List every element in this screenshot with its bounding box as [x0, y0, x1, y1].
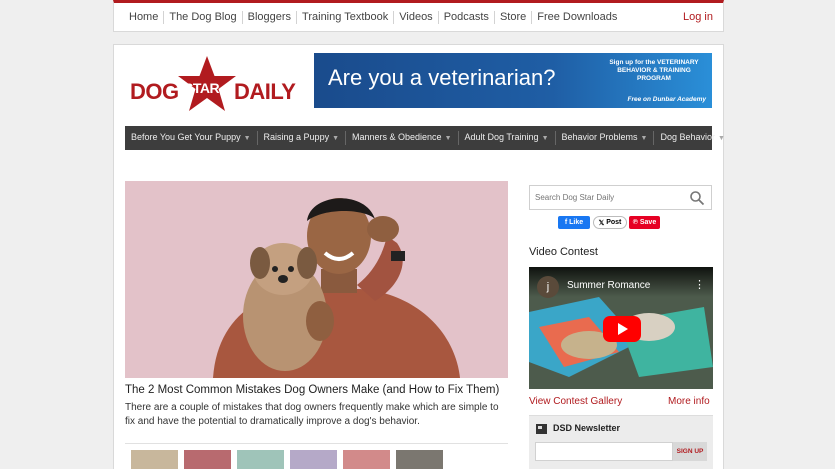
- pinterest-save-button[interactable]: ℗ Save: [629, 216, 660, 229]
- banner-free-text: Free on Dunbar Academy: [627, 96, 706, 103]
- newsletter-box: DSD Newsletter SIGN UP: [529, 415, 713, 469]
- x-icon: 𝕏: [598, 219, 607, 227]
- category-label: Raising a Puppy: [263, 132, 330, 142]
- caret-down-icon: ▼: [541, 135, 549, 142]
- caret-down-icon: ▼: [718, 135, 725, 142]
- facebook-like-button[interactable]: f Like: [558, 216, 590, 229]
- channel-avatar[interactable]: j: [537, 276, 559, 298]
- nav-link-home[interactable]: Home: [124, 11, 165, 24]
- nav-link-bloggers[interactable]: Bloggers: [243, 11, 298, 24]
- newsletter-icon: [536, 424, 547, 434]
- category-label: Manners & Obedience: [352, 132, 442, 142]
- logo-word-star: STAR: [184, 80, 220, 96]
- category-label: Before You Get Your Puppy: [131, 132, 241, 142]
- pinterest-icon: ℗: [632, 219, 640, 226]
- nav-link-free-downloads[interactable]: Free Downloads: [532, 11, 622, 24]
- nav-link-training-textbook[interactable]: Training Textbook: [297, 11, 395, 24]
- category-label: Adult Dog Training: [464, 132, 539, 142]
- thumbnail-strip: [125, 443, 508, 469]
- article-thumbnail[interactable]: [290, 450, 337, 469]
- man-with-puppy-photo: [125, 181, 508, 378]
- banner-headline: Are you a veterinarian?: [328, 65, 556, 90]
- caret-down-icon: ▼: [444, 135, 452, 142]
- caret-down-icon: ▼: [332, 135, 340, 142]
- newsletter-email-field[interactable]: [535, 442, 673, 461]
- more-options-icon[interactable]: ⋮: [694, 278, 705, 291]
- x-post-label: Post: [606, 219, 622, 226]
- main-panel: DOG STAR DAILY Are you a veterinarian? S…: [113, 44, 725, 469]
- search-box: [529, 185, 712, 210]
- x-post-button[interactable]: 𝕏 Post: [593, 216, 627, 229]
- category-label: Dog Behavior: [660, 132, 716, 142]
- video-title[interactable]: Summer Romance: [567, 280, 650, 291]
- featured-article-description: There are a couple of mistakes that dog …: [125, 402, 499, 427]
- nav-link-dog-blog[interactable]: The Dog Blog: [164, 11, 243, 24]
- more-info-link[interactable]: More info: [668, 396, 710, 407]
- category-before-puppy[interactable]: Before You Get Your Puppy ▼: [125, 131, 258, 145]
- article-thumbnail[interactable]: [184, 450, 231, 469]
- category-nav: Before You Get Your Puppy ▼ Raising a Pup…: [125, 126, 725, 150]
- newsletter-signup-button[interactable]: SIGN UP: [673, 442, 707, 461]
- nav-link-videos[interactable]: Videos: [394, 11, 439, 24]
- top-nav-links: Home The Dog Blog Bloggers Training Text…: [124, 11, 622, 24]
- facebook-like-label: Like: [569, 219, 584, 226]
- article-thumbnail[interactable]: [131, 450, 178, 469]
- veterinarian-banner[interactable]: Are you a veterinarian? Sign up for the …: [314, 53, 712, 108]
- newsletter-title: DSD Newsletter: [553, 423, 621, 433]
- article-thumbnail[interactable]: [237, 450, 284, 469]
- category-label: Behavior Problems: [561, 132, 638, 142]
- category-dog-behavior[interactable]: Dog Behavior ▼: [654, 131, 730, 145]
- logo-word-daily: DAILY: [234, 79, 296, 104]
- banner-signup-text: Sign up for the VETERINARY BEHAVIOR & TR…: [609, 59, 699, 82]
- category-behavior-problems[interactable]: Behavior Problems ▼: [556, 131, 655, 145]
- nav-link-store[interactable]: Store: [495, 11, 533, 24]
- caret-down-icon: ▼: [243, 135, 251, 142]
- featured-article-image[interactable]: [125, 181, 508, 378]
- login-link[interactable]: Log in: [683, 11, 713, 23]
- top-nav: Home The Dog Blog Bloggers Training Text…: [113, 0, 724, 32]
- caret-down-icon: ▼: [640, 135, 648, 142]
- search-icon[interactable]: [689, 190, 705, 206]
- category-raising-puppy[interactable]: Raising a Puppy ▼: [258, 131, 347, 145]
- pinterest-save-label: Save: [639, 219, 657, 226]
- play-button-icon[interactable]: [603, 316, 641, 342]
- article-thumbnail[interactable]: [396, 450, 443, 469]
- search-input[interactable]: [530, 186, 680, 209]
- site-logo[interactable]: DOG STAR DAILY: [130, 55, 296, 113]
- nav-link-podcasts[interactable]: Podcasts: [439, 11, 495, 24]
- category-adult-dog-training[interactable]: Adult Dog Training ▼: [459, 131, 556, 145]
- video-player[interactable]: j Summer Romance ⋮: [529, 267, 713, 389]
- logo-word-dog: DOG: [130, 79, 179, 104]
- article-thumbnail[interactable]: [343, 450, 390, 469]
- view-contest-gallery-link[interactable]: View Contest Gallery: [529, 396, 622, 407]
- featured-article-title[interactable]: The 2 Most Common Mistakes Dog Owners Ma…: [125, 384, 508, 396]
- category-manners-obedience[interactable]: Manners & Obedience ▼: [346, 131, 459, 145]
- video-contest-heading: Video Contest: [529, 246, 598, 258]
